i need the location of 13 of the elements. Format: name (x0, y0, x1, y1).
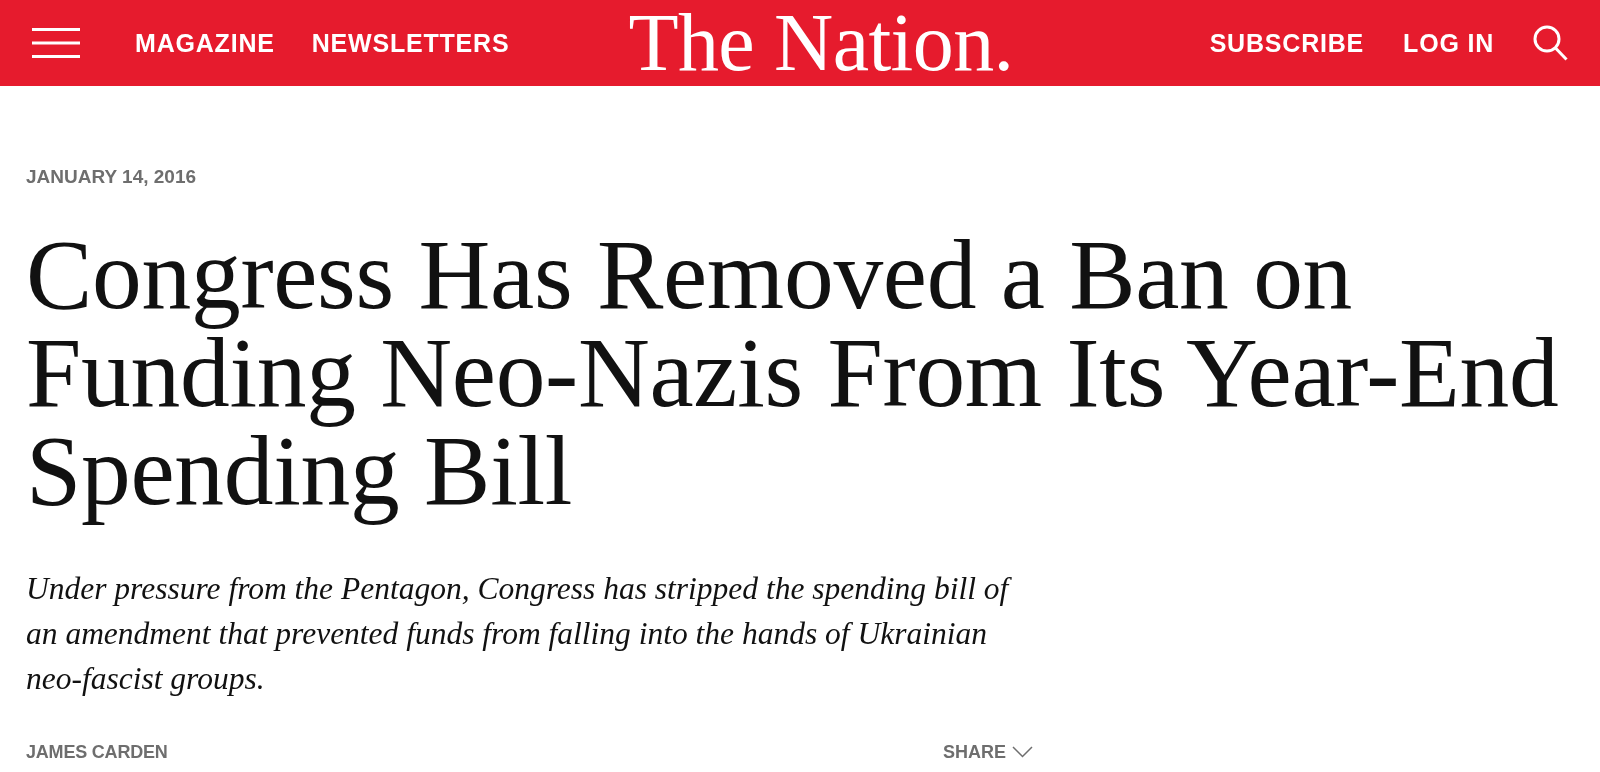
article-headline: Congress Has Removed a Ban on Funding Neo-Nazis From Its Year-End Spending Bill (26, 226, 1560, 528)
nav-link[interactable]: MAGAZINE (135, 28, 275, 58)
nav-link[interactable]: LOG IN (1403, 28, 1494, 58)
site-logo[interactable]: The Nation. (628, 0, 1014, 86)
author-link[interactable]: JAMES CARDEN (26, 741, 168, 763)
chevron-icon (1012, 746, 1033, 758)
share-button[interactable]: SHARE (943, 741, 1033, 763)
nav-link[interactable]: NEWSLETTERS (311, 28, 510, 58)
article-date: JANUARY 14, 2016 (26, 165, 197, 189)
nav-link[interactable]: SUBSCRIBE (1209, 28, 1365, 58)
menu-icon[interactable] (32, 28, 80, 58)
article-subtitle: Under pressure from the Pentagon, Congress has stripped the spending bill of an amendment that prevented funds from falling into the hands of Ukrainian neo-fascist groups. (26, 566, 1031, 701)
search-icon[interactable] (1533, 25, 1568, 61)
